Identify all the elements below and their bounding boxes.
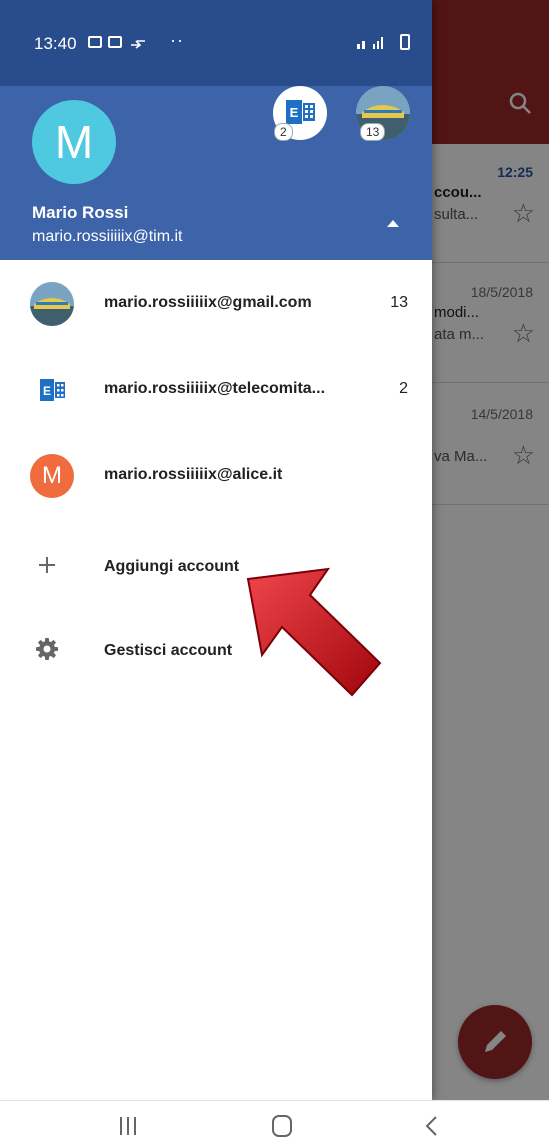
- back-icon[interactable]: [412, 1111, 452, 1141]
- unread-count: 13: [390, 294, 408, 311]
- plus-icon: [39, 557, 55, 573]
- drawer-header: 13:40 ·· M E 2 13 Mario Rossi mario.ross…: [0, 0, 432, 260]
- gear-icon: [36, 638, 58, 660]
- unread-badge: 2: [274, 123, 293, 141]
- system-navigation-bar: [0, 1100, 549, 1148]
- home-icon[interactable]: [262, 1111, 302, 1141]
- account-email: mario.rossiiiiix@gmail.com: [104, 294, 312, 311]
- account-item-gmail[interactable]: mario.rossiiiiix@gmail.com 13: [0, 262, 432, 346]
- unread-count: 2: [399, 380, 408, 397]
- navigation-drawer: 13:40 ·· M E 2 13 Mario Rossi mario.ross…: [0, 0, 432, 1100]
- account-item-alice[interactable]: M mario.rossiiiiix@alice.it: [0, 434, 432, 518]
- gallery-icon: [88, 36, 102, 48]
- signal-icon: [355, 34, 391, 53]
- transfer-icon: [130, 36, 145, 49]
- account-avatar[interactable]: M: [32, 100, 116, 184]
- image-icon: [108, 36, 122, 48]
- svg-text:E: E: [43, 384, 51, 398]
- account-email: mario.rossiiiiix@alice.it: [104, 466, 283, 483]
- user-name: Mario Rossi: [32, 203, 129, 222]
- status-bar: 13:40 ··: [0, 0, 432, 86]
- svg-text:E: E: [290, 105, 299, 120]
- recent-apps-icon[interactable]: [108, 1111, 148, 1141]
- account-email: mario.rossiiiiix@telecomita...: [104, 380, 326, 397]
- status-time: 13:40: [34, 34, 77, 53]
- unread-badge: 13: [360, 123, 386, 141]
- manage-accounts-label: Gestisci account: [104, 642, 233, 659]
- more-notifications-icon: ··: [170, 30, 184, 50]
- red-arrow-annotation: [246, 567, 382, 697]
- account-avatar: M: [30, 454, 74, 498]
- battery-icon: [400, 34, 410, 50]
- collapse-accounts-icon[interactable]: [387, 220, 399, 227]
- exchange-icon: E: [30, 368, 74, 412]
- profile-photo-icon: [30, 282, 74, 326]
- add-account-label: Aggiungi account: [104, 558, 240, 575]
- account-item-exchange[interactable]: E mario.rossiiiiix@telecomita... 2: [0, 348, 432, 432]
- user-email: mario.rossiiiiix@tim.it: [32, 228, 183, 245]
